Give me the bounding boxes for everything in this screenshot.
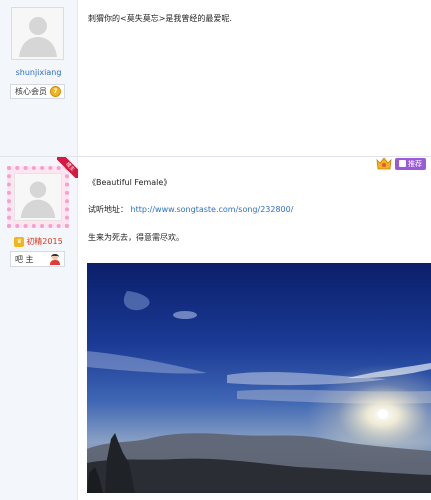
avatar[interactable]	[11, 7, 64, 60]
crown-icon: ♛	[14, 236, 25, 247]
user-title[interactable]: 初精2015	[26, 236, 62, 247]
listen-line: 试听地址： http://www.songtaste.com/song/2328…	[88, 204, 293, 215]
op-ribbon: 楼主	[57, 157, 78, 178]
default-avatar-icon	[18, 16, 57, 57]
level-icon: 7	[50, 86, 61, 97]
song-title: 《Beautiful Female》	[88, 178, 172, 187]
post-tools: 推荐	[376, 157, 426, 170]
recommend-button[interactable]: 推荐	[395, 157, 426, 170]
avatar-image	[14, 173, 62, 221]
user-title-row: ♛ 初精2015	[0, 236, 77, 247]
username-link[interactable]: shunjixiang	[0, 68, 77, 77]
medal-icon[interactable]	[376, 157, 392, 170]
post-content: 刺猬你的<莫失莫忘>是我曾经的最爱呢.	[88, 14, 232, 23]
listen-label: 试听地址：	[88, 205, 128, 214]
member-badge-label: 核心会员	[15, 87, 47, 96]
post-quote: 生来为死去，得意需尽欢。	[88, 233, 184, 242]
moderator-badge: 吧 主	[10, 251, 65, 267]
listen-link[interactable]: http://www.songtaste.com/song/232800/	[131, 205, 294, 214]
owner-icon	[50, 254, 60, 265]
moderator-badge-label: 吧 主	[15, 254, 34, 264]
default-avatar-icon	[20, 181, 56, 218]
sky-photo[interactable]	[87, 263, 431, 493]
member-badge: 核心会员 7	[10, 84, 65, 99]
recommend-label: 推荐	[408, 159, 422, 168]
recommend-icon	[399, 160, 406, 167]
op-ribbon-label: 楼主	[57, 157, 78, 178]
